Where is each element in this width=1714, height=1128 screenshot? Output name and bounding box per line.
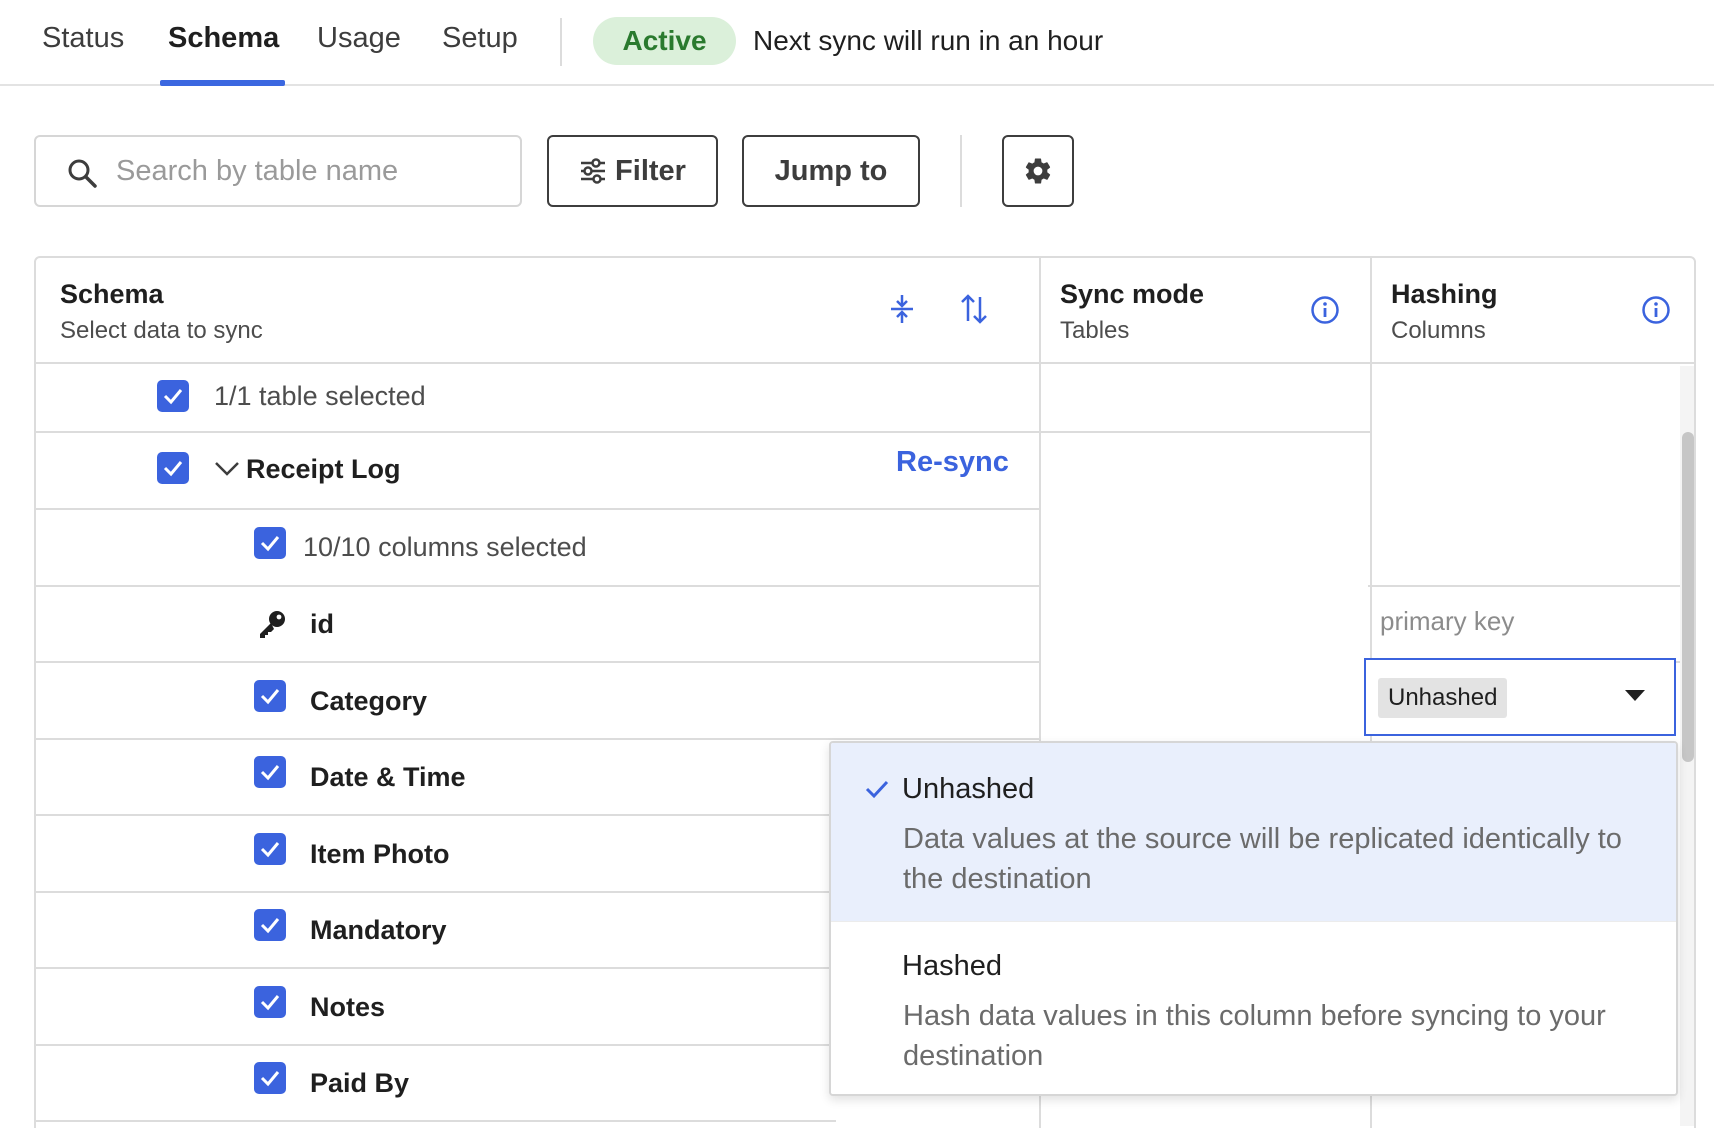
jump-to-label: Jump to [774, 154, 888, 187]
row-divider [36, 967, 836, 969]
column-name-date-time: Date & Time [310, 762, 466, 792]
settings-button[interactable] [1002, 135, 1074, 207]
check-icon [260, 536, 280, 552]
columns-selected-count: 10/10 columns selected [303, 532, 587, 562]
option-description-hashed: Hash data values in this column before s… [903, 1000, 1606, 1072]
row-divider [36, 661, 1039, 663]
tab-status[interactable]: Status [42, 22, 124, 55]
row-divider [36, 1044, 836, 1046]
hashing-option-hashed[interactable]: Hashed Hash data values in this column b… [831, 921, 1676, 1094]
sync-mode-column-subtitle: Tables [1060, 317, 1130, 344]
column-name-item-photo: Item Photo [310, 839, 450, 869]
select-all-columns-checkbox[interactable] [254, 527, 286, 559]
column-name-id: id [310, 609, 334, 639]
caret-down-icon [1625, 690, 1645, 701]
check-icon [260, 842, 280, 858]
jump-to-button[interactable]: Jump to [742, 135, 920, 207]
column-name-mandatory: Mandatory [310, 915, 447, 945]
row-divider [36, 431, 1370, 433]
tab-divider [560, 18, 562, 66]
gear-icon [1025, 158, 1051, 184]
check-icon [260, 918, 280, 934]
option-label-hashed: Hashed [902, 950, 1002, 982]
check-icon [163, 389, 183, 405]
schema-column-subtitle: Select data to sync [60, 317, 263, 344]
sync-mode-info-icon[interactable] [1310, 295, 1340, 325]
key-icon [260, 611, 285, 638]
sync-mode-column-title: Sync mode [1060, 279, 1205, 309]
top-tab-bar: Status Schema Usage Setup Active Next sy… [0, 0, 1714, 86]
filter-label: Filter [615, 154, 686, 187]
check-icon [163, 461, 183, 477]
tab-setup[interactable]: Setup [442, 22, 518, 55]
row-divider [36, 1120, 836, 1122]
column-checkbox-date-time[interactable] [254, 756, 286, 788]
toolbar-divider [960, 135, 962, 207]
column-name-notes: Notes [310, 992, 386, 1022]
search-box[interactable] [34, 135, 522, 207]
row-divider [36, 891, 836, 893]
option-description-unhashed: Data values at the source will be replic… [903, 823, 1622, 895]
column-checkbox-mandatory[interactable] [254, 909, 286, 941]
hashing-column-title: Hashing [1391, 279, 1498, 309]
status-badge: Active [593, 17, 736, 65]
search-icon [68, 159, 97, 188]
check-icon [260, 1071, 280, 1087]
sort-icon[interactable] [960, 294, 988, 324]
active-tab-indicator [160, 80, 285, 86]
row-divider [1368, 585, 1680, 587]
sliders-icon [581, 158, 606, 184]
column-name-category: Category [310, 686, 428, 716]
row-divider [36, 814, 836, 816]
column-name-paid-by: Paid By [310, 1068, 410, 1098]
hashing-select-value: Unhashed [1378, 678, 1508, 718]
row-divider [36, 508, 1039, 510]
column-checkbox-paid-by[interactable] [254, 1062, 286, 1094]
check-icon [865, 780, 889, 799]
check-icon [260, 995, 280, 1011]
schema-column-title: Schema [60, 279, 164, 309]
hashing-column-subtitle: Columns [1391, 317, 1486, 344]
tab-usage[interactable]: Usage [317, 22, 401, 55]
header-divider [36, 362, 1694, 364]
hashing-scrollbar-thumb[interactable] [1682, 432, 1694, 762]
next-sync-note: Next sync will run in an hour [753, 25, 1104, 56]
row-divider [36, 738, 1039, 740]
chevron-down-icon[interactable] [214, 460, 240, 478]
column-checkbox-item-photo[interactable] [254, 833, 286, 865]
check-icon [260, 689, 280, 705]
filter-button[interactable]: Filter [547, 135, 718, 207]
row-divider [36, 585, 1039, 587]
hashing-info-icon[interactable] [1641, 295, 1671, 325]
hashing-option-unhashed[interactable]: Unhashed Data values at the source will … [831, 743, 1676, 921]
table-name-receipt-log[interactable]: Receipt Log [246, 454, 401, 485]
column-checkbox-category[interactable] [254, 680, 286, 712]
tab-schema[interactable]: Schema [168, 22, 279, 55]
primary-key-label: primary key [1380, 606, 1515, 636]
option-label-unhashed: Unhashed [902, 773, 1035, 805]
column-checkbox-notes[interactable] [254, 986, 286, 1018]
hashing-select-category[interactable]: Unhashed [1364, 658, 1676, 736]
select-all-tables-checkbox[interactable] [157, 380, 189, 412]
table-checkbox-receipt-log[interactable] [157, 452, 189, 484]
collapse-all-icon[interactable] [888, 294, 916, 324]
tables-selected-count: 1/1 table selected [214, 381, 426, 411]
check-icon [260, 765, 280, 781]
hashing-dropdown-menu: Unhashed Data values at the source will … [829, 741, 1678, 1096]
resync-link[interactable]: Re-sync [896, 446, 1009, 479]
search-input[interactable] [116, 151, 506, 191]
